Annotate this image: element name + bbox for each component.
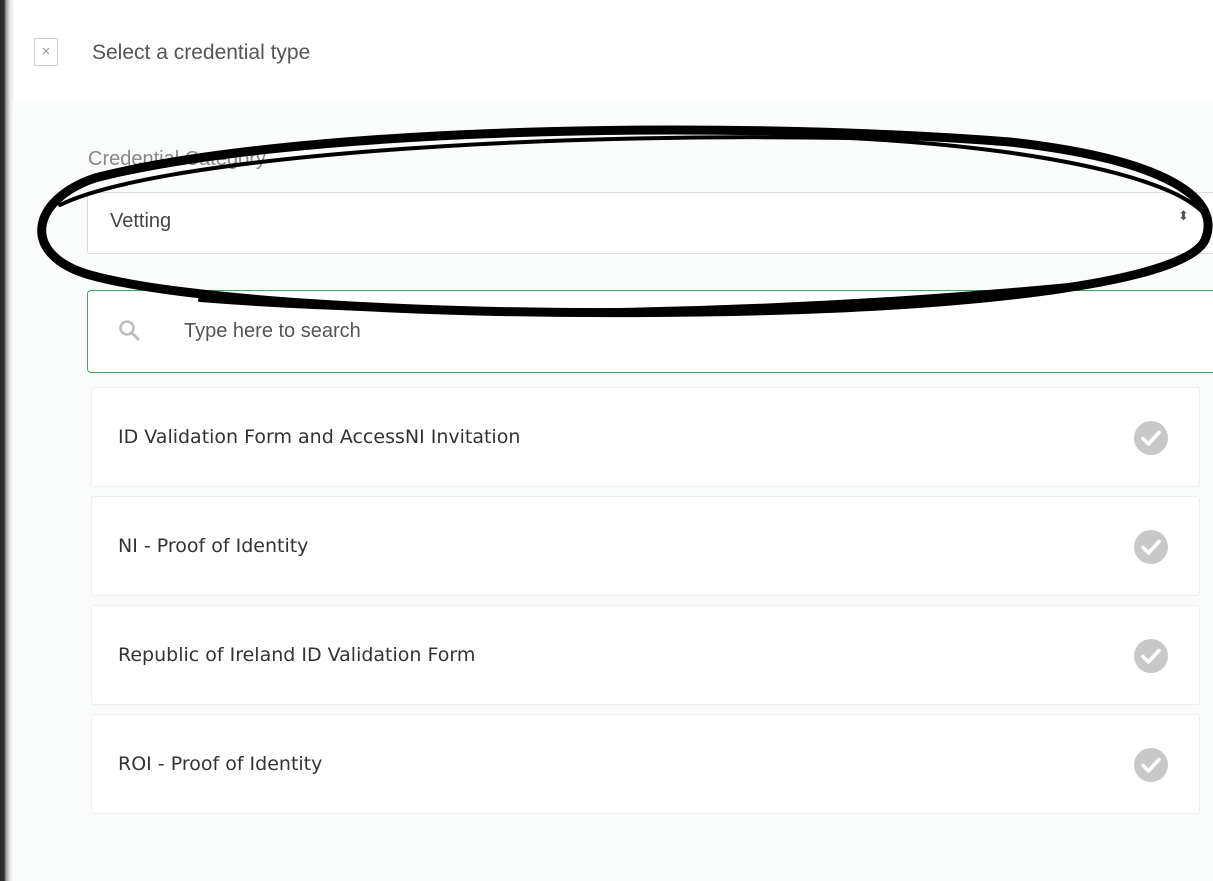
credential-category-label: Credential Category xyxy=(88,148,266,170)
credential-item-label: NI - Proof of Identity xyxy=(118,535,309,557)
modal-header: × Select a credential type xyxy=(14,0,1213,100)
credential-item-label: ROI - Proof of Identity xyxy=(118,753,323,775)
close-button[interactable]: × xyxy=(34,38,58,66)
modal-title: Select a credential type xyxy=(92,41,311,64)
credential-item[interactable]: ID Validation Form and AccessNI Invitati… xyxy=(91,387,1200,487)
selected-category-value: Vetting xyxy=(110,210,172,232)
search-field[interactable] xyxy=(87,290,1213,373)
credential-item[interactable]: NI - Proof of Identity xyxy=(91,496,1200,596)
check-circle-icon xyxy=(1134,421,1168,455)
window-edge xyxy=(0,0,14,881)
credential-item-label: ID Validation Form and AccessNI Invitati… xyxy=(118,426,521,448)
credential-item[interactable]: ROI - Proof of Identity xyxy=(91,714,1200,814)
close-icon: × xyxy=(41,43,51,60)
credential-item[interactable]: Republic of Ireland ID Validation Form xyxy=(91,605,1200,705)
check-circle-icon xyxy=(1134,530,1168,564)
check-circle-icon xyxy=(1134,748,1168,782)
credential-category-select[interactable]: Vetting ⬍ xyxy=(87,192,1213,254)
credential-item-label: Republic of Ireland ID Validation Form xyxy=(118,644,476,666)
search-input[interactable] xyxy=(184,313,1184,349)
select-caret-icon: ⬍ xyxy=(1178,208,1189,223)
search-icon xyxy=(119,320,140,341)
credential-type-modal: × Select a credential type Credential Ca… xyxy=(0,0,1213,881)
check-circle-icon xyxy=(1134,639,1168,673)
